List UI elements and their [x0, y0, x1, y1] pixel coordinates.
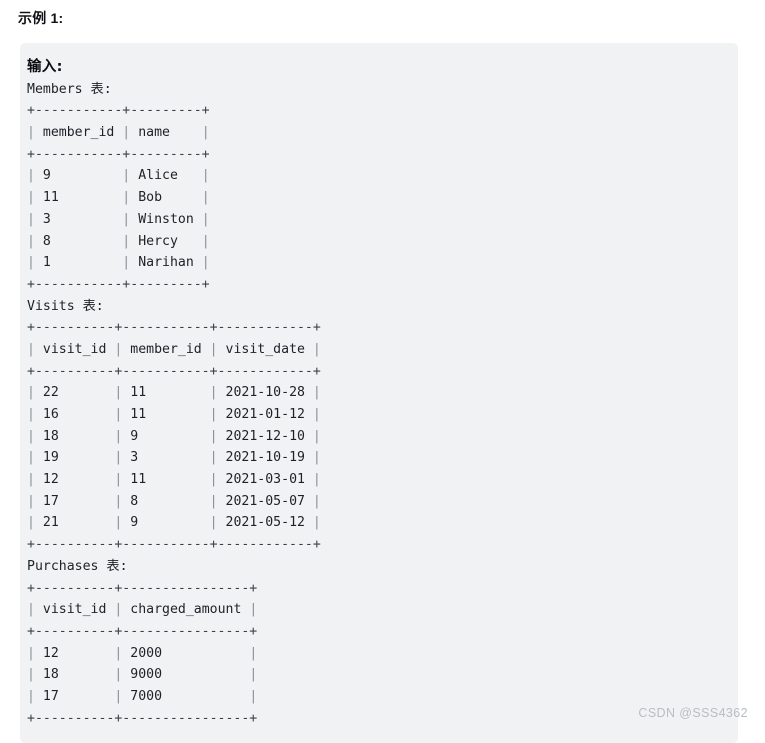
table-row: | 19 | 3 | 2021-10-19 |: [27, 450, 321, 466]
table-row: | 9 | Alice |: [27, 168, 210, 184]
table-row: | 17 | 7000 |: [27, 688, 258, 704]
table-separator: +----------+-----------+------------+: [27, 363, 321, 379]
table-row: | 16 | 11 | 2021-01-12 |: [27, 407, 321, 422]
table-row: | 3 | Winston |: [27, 211, 210, 227]
code-block: 输入: Members 表: +-----------+---------+ | me…: [20, 43, 738, 743]
table-header-row: | member_id | name |: [27, 125, 210, 141]
code-lines: 输入: Members 表: +-----------+---------+ | me…: [20, 57, 738, 729]
table-separator: +-----------+---------+: [27, 103, 210, 119]
table-row: | 21 | 9 | 2021-05-12 |: [27, 515, 321, 531]
table-separator: +-----------+---------+: [27, 146, 210, 162]
table-row: | 17 | 8 | 2021-05-07 |: [27, 493, 321, 509]
table-separator: +----------+----------------+: [27, 623, 258, 639]
table-name: Members 表:: [27, 81, 112, 97]
table-separator: +----------+----------------+: [27, 710, 258, 726]
table-header-row: | visit_id | charged_amount |: [27, 602, 258, 618]
table-row: | 12 | 11 | 2021-03-01 |: [27, 472, 321, 488]
table-row: | 22 | 11 | 2021-10-28 |: [27, 385, 321, 401]
table-separator: +-----------+---------+: [27, 276, 210, 292]
page-title: 示例 1:: [18, 10, 64, 26]
input-label: 输入:: [27, 59, 63, 75]
table-name: Purchases 表:: [27, 558, 128, 574]
watermark: CSDN @SSS4362: [638, 706, 748, 720]
table-row: | 11 | Bob |: [27, 190, 210, 206]
table-name: Visits 表:: [27, 298, 104, 314]
table-row: | 12 | 2000 |: [27, 645, 258, 661]
table-separator: +----------+-----------+------------+: [27, 320, 321, 336]
table-row: | 18 | 9 | 2021-12-10 |: [27, 428, 321, 444]
table-row: | 18 | 9000 |: [27, 667, 258, 683]
table-row: | 1 | Narihan |: [27, 255, 210, 271]
table-separator: +----------+----------------+: [27, 580, 258, 596]
table-separator: +----------+-----------+------------+: [27, 537, 321, 553]
table-row: | 8 | Hercy |: [27, 233, 210, 249]
table-header-row: | visit_id | member_id | visit_date |: [27, 341, 321, 357]
